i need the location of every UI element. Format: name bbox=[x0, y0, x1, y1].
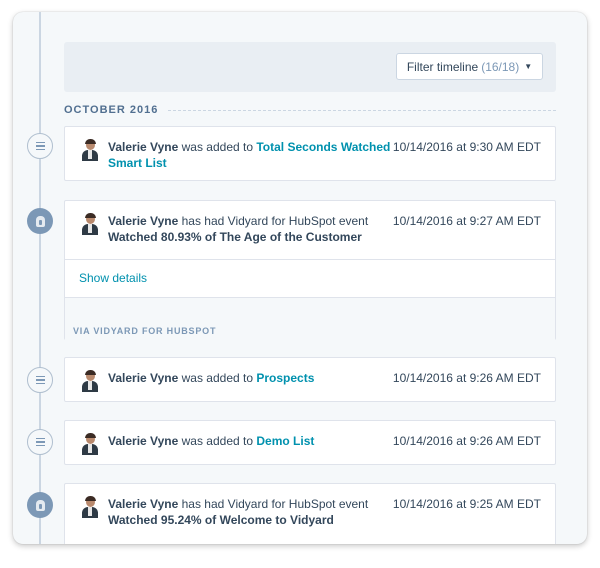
action-text: has had Vidyard for HubSpot event bbox=[181, 497, 369, 511]
timestamp: 10/14/2016 at 9:26 AM EDT bbox=[392, 434, 541, 448]
timeline-item-list-added: Valerie Vyne was added to Demo List 10/1… bbox=[64, 420, 556, 465]
contact-name[interactable]: Valerie Vyne bbox=[108, 434, 178, 448]
via-row: VIA VIDYARD FOR HUBSPOT bbox=[65, 297, 555, 340]
timeline-item-list-added: Valerie Vyne was added to Total Seconds … bbox=[64, 126, 556, 181]
via-label: VIA VIDYARD FOR HUBSPOT bbox=[73, 326, 217, 336]
contact-name[interactable]: Valerie Vyne bbox=[108, 140, 178, 154]
list-icon bbox=[27, 133, 53, 159]
action-text: has had Vidyard for HubSpot event bbox=[181, 214, 369, 228]
avatar bbox=[81, 433, 99, 455]
show-details-link[interactable]: Show details bbox=[79, 271, 147, 285]
list-icon bbox=[27, 367, 53, 393]
list-link[interactable]: Prospects bbox=[256, 371, 314, 385]
filter-timeline-label: Filter timeline bbox=[406, 59, 479, 74]
filter-timeline-count: (16/18) bbox=[481, 59, 520, 74]
timeline-item-message: Valerie Vyne was added to Total Seconds … bbox=[108, 139, 398, 171]
contact-name[interactable]: Valerie Vyne bbox=[108, 371, 178, 385]
event-detail: Watched 95.24% of Welcome to Vidyard bbox=[108, 513, 334, 527]
filter-bar: Filter timeline (16/18) ▼ bbox=[64, 42, 556, 92]
timeline-rail bbox=[39, 12, 41, 544]
avatar bbox=[81, 139, 99, 161]
timestamp: 10/14/2016 at 9:27 AM EDT bbox=[392, 214, 541, 228]
details-row: Show details bbox=[65, 259, 555, 297]
month-label: OCTOBER 2016 bbox=[64, 104, 159, 116]
caret-down-icon: ▼ bbox=[524, 62, 533, 71]
timestamp: 10/14/2016 at 9:25 AM EDT bbox=[392, 497, 541, 511]
action-text: was added to bbox=[181, 434, 254, 448]
action-text: was added to bbox=[181, 140, 254, 154]
timeline-item-event: Valerie Vyne has had Vidyard for HubSpot… bbox=[64, 200, 556, 340]
timeline-item-event: Valerie Vyne has had Vidyard for HubSpot… bbox=[64, 483, 556, 544]
list-link[interactable]: Demo List bbox=[256, 434, 314, 448]
contact-name[interactable]: Valerie Vyne bbox=[108, 214, 178, 228]
timestamp: 10/14/2016 at 9:26 AM EDT bbox=[392, 371, 541, 385]
filter-timeline-button[interactable]: Filter timeline (16/18) ▼ bbox=[396, 53, 543, 80]
avatar bbox=[81, 213, 99, 235]
month-header: OCTOBER 2016 bbox=[64, 102, 556, 118]
timeline-item-list-added: Valerie Vyne was added to Prospects 10/1… bbox=[64, 357, 556, 402]
action-text: was added to bbox=[181, 371, 254, 385]
event-detail: Watched 80.93% of The Age of the Custome… bbox=[108, 230, 362, 244]
timestamp: 10/14/2016 at 9:30 AM EDT bbox=[392, 140, 541, 154]
timeline-item-message: Valerie Vyne has had Vidyard for HubSpot… bbox=[108, 496, 398, 528]
month-divider bbox=[168, 109, 556, 111]
avatar bbox=[81, 370, 99, 392]
timeline-panel: Filter timeline (16/18) ▼ OCTOBER 2016 V… bbox=[13, 12, 587, 544]
list-icon bbox=[27, 429, 53, 455]
lightbulb-icon bbox=[27, 492, 53, 518]
timeline-item-message: Valerie Vyne has had Vidyard for HubSpot… bbox=[108, 213, 398, 245]
avatar bbox=[81, 496, 99, 518]
contact-name[interactable]: Valerie Vyne bbox=[108, 497, 178, 511]
timeline-item-message: Valerie Vyne was added to Prospects bbox=[108, 370, 398, 386]
timeline-item-message: Valerie Vyne was added to Demo List bbox=[108, 433, 398, 449]
lightbulb-icon bbox=[27, 208, 53, 234]
